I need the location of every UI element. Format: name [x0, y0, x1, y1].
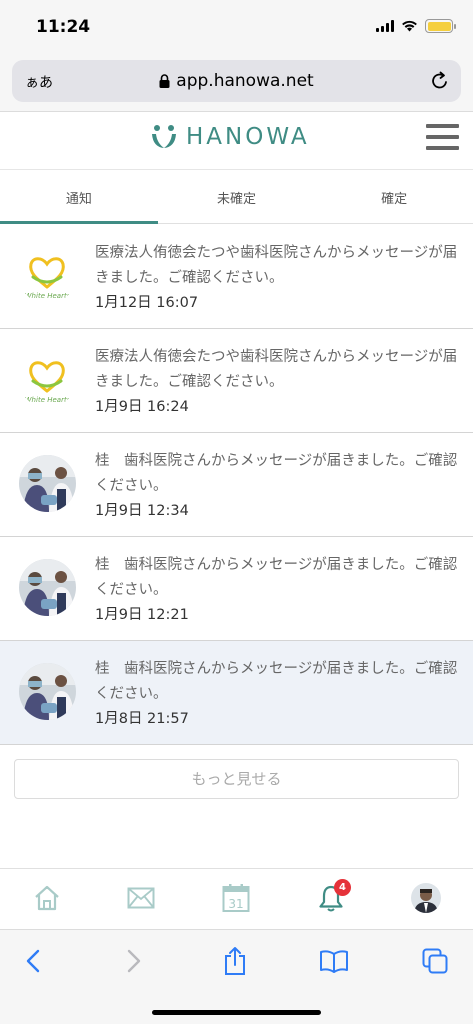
notification-date: 1月9日 12:21 [95, 607, 189, 623]
nav-messages[interactable] [121, 880, 161, 916]
clinic-photo [19, 455, 76, 512]
svg-text:White Hearts: White Hearts [25, 396, 71, 404]
notification-item[interactable]: 桂 歯科医院さんからメッセージが届きました。ご確認ください。 1月8日 21:5… [0, 641, 473, 745]
notification-item[interactable]: 桂 歯科医院さんからメッセージが届きました。ご確認ください。 1月9日 12:3… [0, 433, 473, 537]
profile-avatar [411, 883, 441, 913]
notification-message: 桂 歯科医院さんからメッセージが届きました。ご確認ください。 [95, 453, 458, 494]
hanowa-logo[interactable]: HANOWA [150, 123, 310, 151]
back-button[interactable] [16, 944, 50, 978]
battery-icon [425, 19, 456, 33]
notification-message: 医療法人侑徳会たつや歯科医院さんからメッセージが届きました。ご確認ください。 [95, 245, 458, 286]
tab-notifications[interactable]: 通知 [0, 171, 158, 224]
url-display[interactable]: app.hanowa.net [12, 71, 461, 91]
notification-badge: 4 [334, 879, 351, 896]
tab-confirmed[interactable]: 確定 [315, 171, 473, 223]
svg-text:White Hearts: White Hearts [25, 292, 71, 300]
clinic-photo [19, 559, 76, 616]
notification-item[interactable]: White Hearts 医療法人侑徳会たつや歯科医院さんからメッセージが届きま… [0, 329, 473, 433]
address-bar[interactable]: ぁあ app.hanowa.net [12, 60, 461, 102]
book-icon [320, 950, 348, 973]
status-time: 11:24 [36, 17, 91, 37]
reload-icon[interactable] [429, 70, 451, 92]
notification-date: 1月9日 16:24 [95, 399, 189, 415]
hamburger-menu-icon[interactable] [426, 124, 459, 150]
show-more-button[interactable]: もっと見せる [14, 759, 459, 799]
nav-home[interactable] [27, 880, 67, 916]
nav-profile[interactable] [406, 880, 446, 916]
notification-item[interactable]: 桂 歯科医院さんからメッセージが届きました。ご確認ください。 1月9日 12:2… [0, 537, 473, 641]
notification-date: 1月12日 16:07 [95, 295, 199, 311]
notification-item[interactable]: White Hearts 医療法人侑徳会たつや歯科医院さんからメッセージが届きま… [0, 225, 473, 329]
mail-icon [127, 887, 155, 909]
status-icons [376, 19, 456, 33]
wifi-icon [402, 20, 417, 32]
notification-message: 桂 歯科医院さんからメッセージが届きました。ご確認ください。 [95, 557, 458, 598]
safari-toolbar [0, 929, 473, 1024]
chevron-left-icon [26, 949, 40, 973]
clinic-photo [19, 663, 76, 720]
app-bottom-nav: 31 4 [0, 868, 473, 928]
share-icon [225, 947, 245, 975]
site-header: HANOWA [0, 113, 473, 170]
nav-notifications[interactable]: 4 [311, 879, 351, 916]
notification-date: 1月8日 21:57 [95, 711, 189, 727]
notification-list: White Hearts 医療法人侑徳会たつや歯科医院さんからメッセージが届きま… [0, 225, 473, 745]
tab-unconfirmed[interactable]: 未確定 [158, 171, 316, 223]
logo-text: HANOWA [186, 124, 310, 150]
bookmarks-button[interactable] [317, 944, 351, 978]
forward-button[interactable] [117, 944, 151, 978]
hanowa-mark-icon [152, 125, 176, 148]
browser-address-area: ぁあ app.hanowa.net [0, 54, 473, 112]
white-hearts-logo: White Hearts [19, 351, 76, 408]
notification-message: 桂 歯科医院さんからメッセージが届きました。ご確認ください。 [95, 661, 458, 702]
home-icon [35, 885, 59, 911]
tabs-icon [422, 948, 448, 974]
tabs-button[interactable] [418, 944, 452, 978]
url-text: app.hanowa.net [176, 71, 314, 91]
lock-icon [159, 74, 170, 88]
share-button[interactable] [218, 944, 252, 978]
notification-message: 医療法人侑徳会たつや歯科医院さんからメッセージが届きました。ご確認ください。 [95, 349, 458, 390]
svg-text:31: 31 [228, 897, 243, 911]
nav-calendar[interactable]: 31 [216, 880, 256, 916]
status-bar: 11:24 [0, 0, 473, 54]
white-hearts-logo: White Hearts [19, 247, 76, 304]
home-indicator [152, 1010, 321, 1015]
tab-bar: 通知 未確定 確定 [0, 171, 473, 224]
calendar-icon: 31 [222, 884, 250, 912]
cellular-signal-icon [376, 20, 394, 32]
notification-date: 1月9日 12:34 [95, 503, 189, 519]
chevron-right-icon [127, 949, 141, 973]
